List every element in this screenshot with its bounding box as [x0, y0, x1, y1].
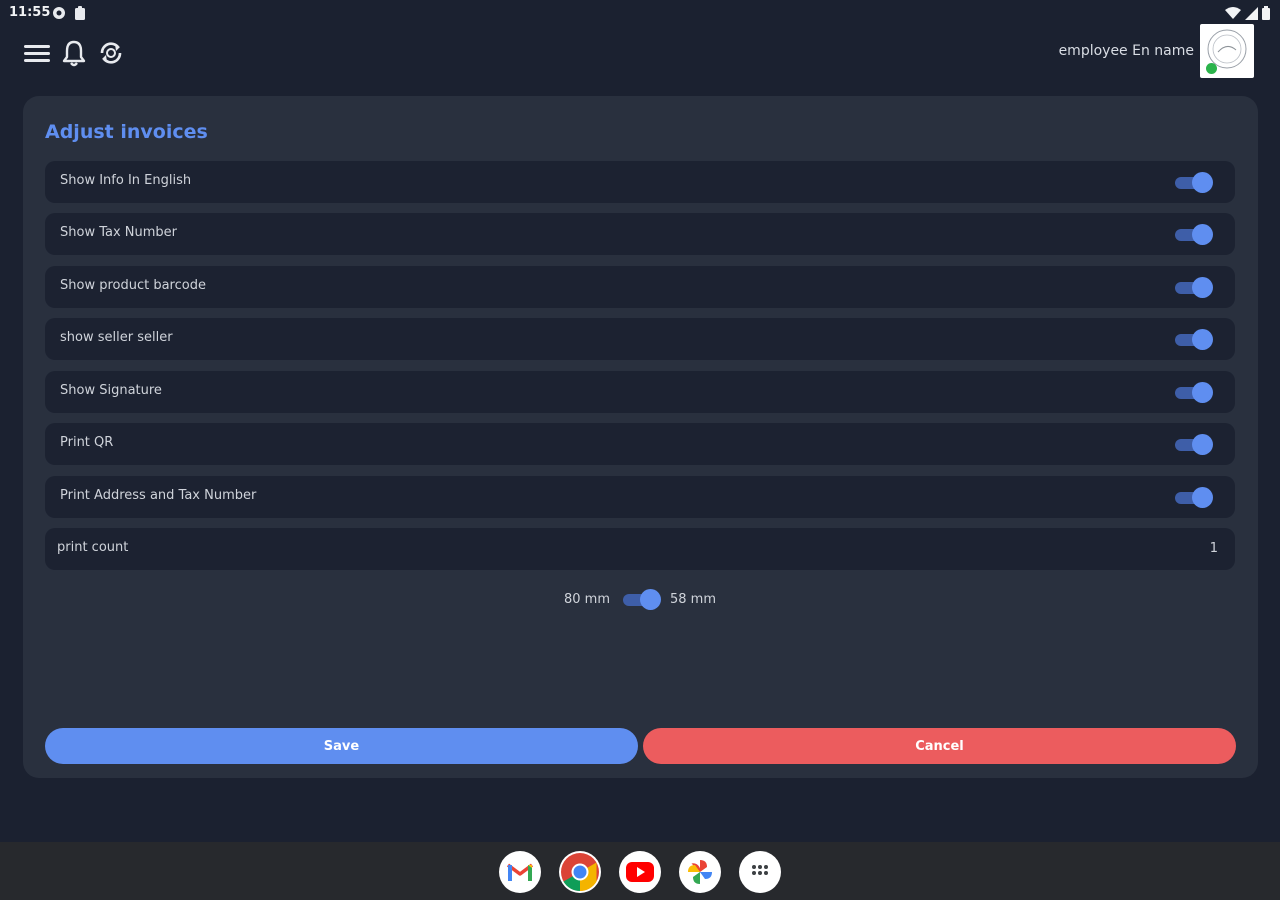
app-drawer-icon[interactable] [739, 851, 781, 893]
setting-label: Show Info In English [60, 173, 192, 188]
setting-row-print-address-tax: Print Address and Tax Number [45, 476, 1235, 518]
status-time: 11:55 [9, 5, 51, 20]
setting-row-show-tax-number: Show Tax Number [45, 213, 1235, 255]
taskbar [0, 842, 1280, 900]
settings-status-icon [52, 5, 66, 24]
setting-row-print-qr: Print QR [45, 423, 1235, 465]
print-count-label: print count [57, 540, 129, 555]
youtube-icon[interactable] [619, 851, 661, 893]
setting-label: Print Address and Tax Number [60, 488, 257, 503]
sync-icon[interactable] [96, 38, 126, 68]
show-product-barcode-toggle[interactable] [1175, 277, 1213, 298]
setting-row-show-signature: Show Signature [45, 371, 1235, 413]
setting-label: Print QR [60, 435, 114, 450]
show-seller-toggle[interactable] [1175, 329, 1213, 350]
menu-icon[interactable] [22, 38, 52, 68]
clipboard-status-icon [74, 5, 86, 24]
print-count-field[interactable]: print count 1 [45, 528, 1235, 570]
cancel-button[interactable]: Cancel [643, 728, 1236, 764]
show-tax-number-toggle[interactable] [1175, 224, 1213, 245]
setting-label: show seller seller [60, 330, 173, 345]
online-status-dot [1206, 63, 1217, 74]
setting-label: Show Tax Number [60, 225, 178, 240]
paper-size-80mm-label: 80 mm [564, 592, 611, 607]
panel-title: Adjust invoices [45, 121, 208, 143]
print-count-value[interactable]: 1 [1210, 541, 1218, 556]
photos-icon[interactable] [679, 851, 721, 893]
setting-row-show-product-barcode: Show product barcode [45, 266, 1235, 308]
status-bar: 11:55 [0, 0, 1280, 26]
top-bar: employee En name [0, 24, 1280, 80]
print-qr-toggle[interactable] [1175, 434, 1213, 455]
chrome-icon[interactable] [559, 851, 601, 893]
bell-icon[interactable] [59, 38, 89, 68]
employee-name: employee En name [1058, 43, 1194, 59]
adjust-invoices-panel: Adjust invoices Show Info In English Sho… [23, 96, 1258, 778]
paper-size-58mm-label: 58 mm [670, 592, 717, 607]
show-info-english-toggle[interactable] [1175, 172, 1213, 193]
setting-label: Show product barcode [60, 278, 206, 293]
print-address-tax-toggle[interactable] [1175, 487, 1213, 508]
setting-row-show-seller: show seller seller [45, 318, 1235, 360]
signal-icon [1245, 5, 1258, 24]
show-signature-toggle[interactable] [1175, 382, 1213, 403]
gmail-icon[interactable] [499, 851, 541, 893]
paper-size-selector: 80 mm 58 mm [23, 588, 1258, 612]
setting-row-show-info-english: Show Info In English [45, 161, 1235, 203]
save-button[interactable]: Save [45, 728, 638, 764]
setting-label: Show Signature [60, 383, 162, 398]
wifi-icon [1225, 5, 1241, 24]
avatar[interactable] [1200, 24, 1254, 78]
paper-size-toggle[interactable] [623, 589, 661, 610]
battery-icon [1262, 5, 1270, 24]
